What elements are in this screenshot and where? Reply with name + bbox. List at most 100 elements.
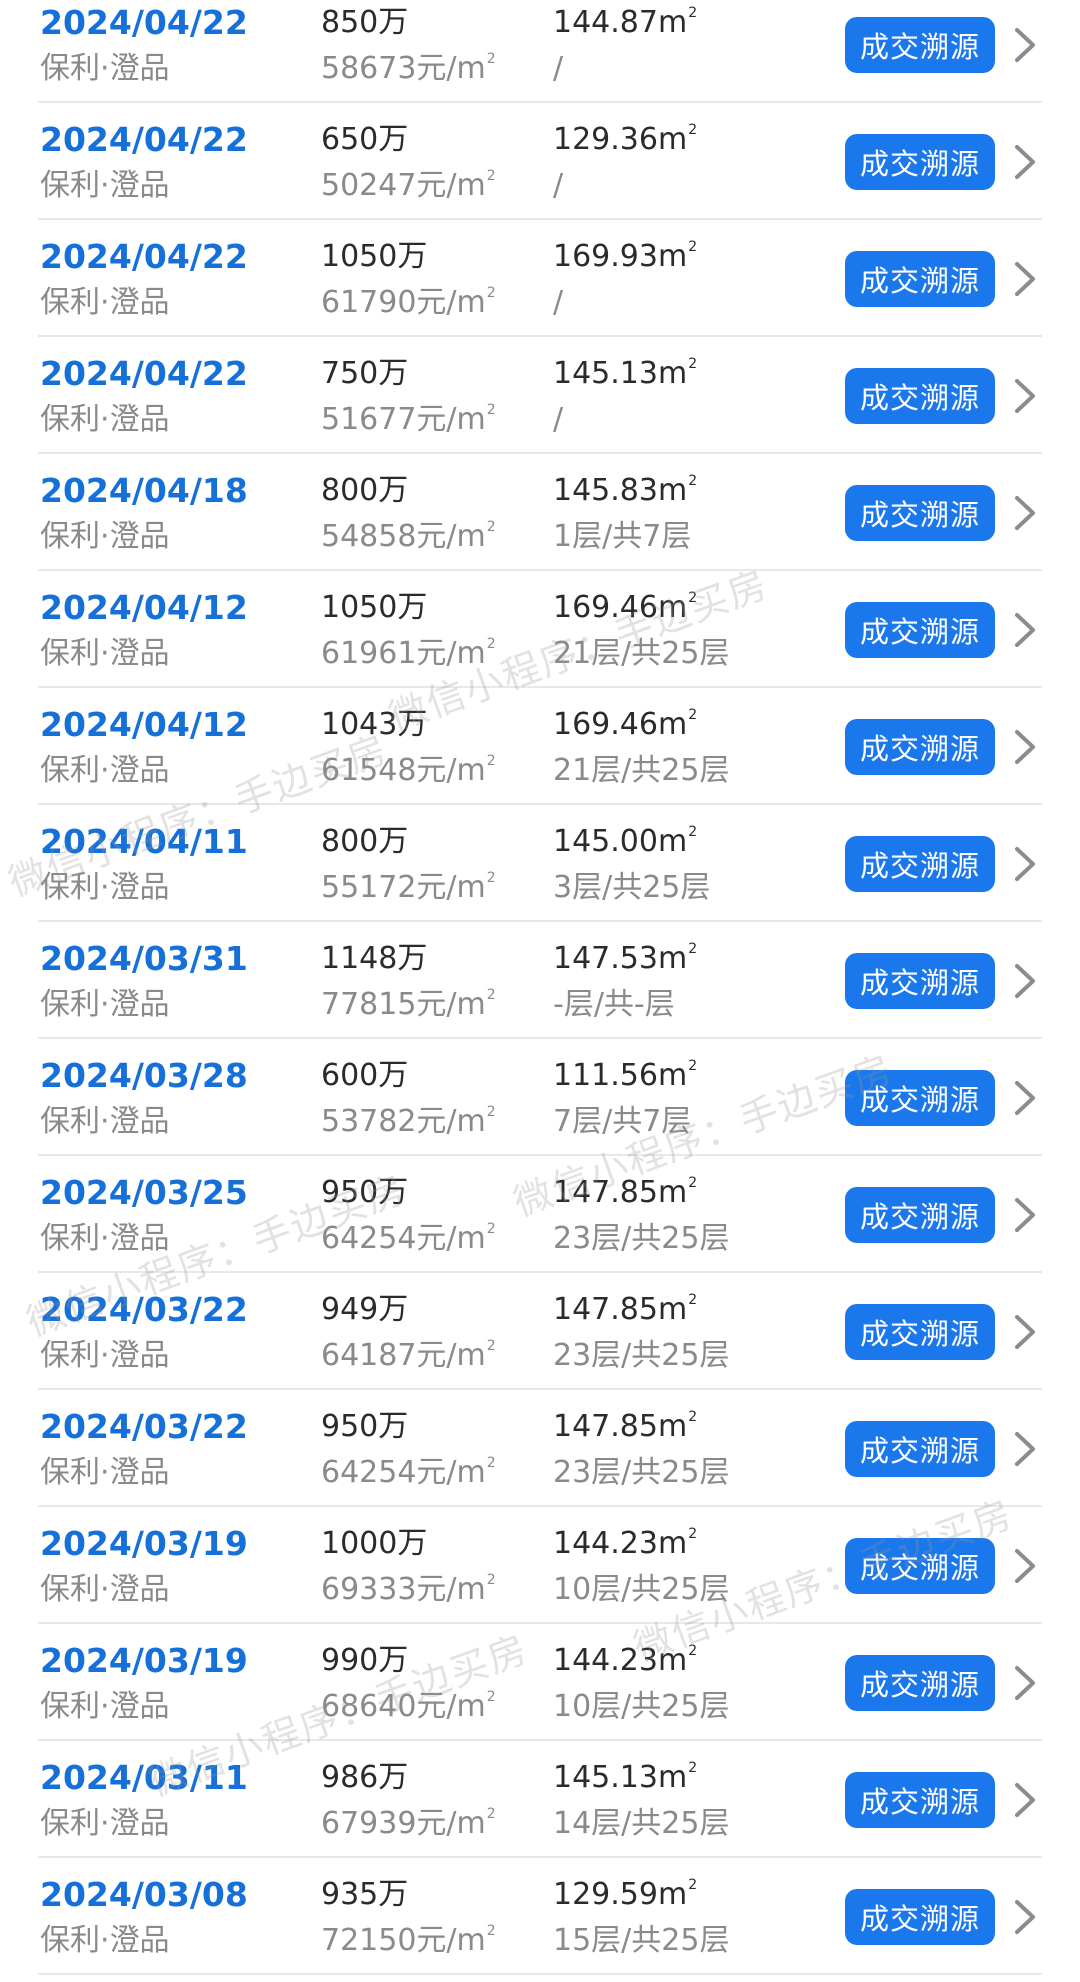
chevron-right-icon[interactable] (1012, 26, 1038, 64)
trace-deal-button[interactable]: 成交溯源 (845, 1889, 995, 1945)
trace-deal-button[interactable]: 成交溯源 (845, 1772, 995, 1828)
unit-price: 69333元/m2 (321, 1573, 496, 1605)
chevron-right-icon[interactable] (1012, 260, 1038, 298)
chevron-right-icon[interactable] (1012, 377, 1038, 415)
area-unit: m (657, 941, 688, 976)
chevron-right-icon[interactable] (1012, 611, 1038, 649)
trace-deal-button[interactable]: 成交溯源 (845, 602, 995, 658)
area-unit-superscript: 2 (688, 1877, 698, 1893)
area-unit: m (657, 1526, 688, 1561)
deal-date: 2024/03/22 (40, 1407, 248, 1446)
unit-price-value: 64254元/m (321, 1221, 486, 1256)
transaction-row[interactable]: 2024/04/12 保利·澄品 1043万 61548元/m2 169.46m… (0, 688, 1080, 805)
transaction-row[interactable]: 2024/03/25 保利·澄品 950万 64254元/m2 147.85m2… (0, 1156, 1080, 1273)
chevron-right-icon[interactable] (1012, 1196, 1038, 1234)
trace-deal-button[interactable]: 成交溯源 (845, 1187, 995, 1243)
unit-price: 55172元/m2 (321, 871, 496, 903)
floor-area-value: 169.46 (553, 590, 658, 625)
area-unit-superscript: 2 (688, 1643, 698, 1659)
floor-info: 15层/共25层 (553, 1923, 730, 1958)
total-price: 986万 (321, 1760, 409, 1795)
trace-deal-button[interactable]: 成交溯源 (845, 1304, 995, 1360)
chevron-right-icon[interactable] (1012, 143, 1038, 181)
chevron-right-icon[interactable] (1012, 962, 1038, 1000)
trace-deal-button[interactable]: 成交溯源 (845, 368, 995, 424)
transaction-row[interactable]: 2024/03/08 保利·澄品 935万 72150元/m2 129.59m2… (0, 1858, 1080, 1975)
trace-deal-button[interactable]: 成交溯源 (845, 134, 995, 190)
transaction-row[interactable]: 2024/03/22 保利·澄品 950万 64254元/m2 147.85m2… (0, 1390, 1080, 1507)
trace-deal-button[interactable]: 成交溯源 (845, 251, 995, 307)
transaction-row[interactable]: 2024/04/12 保利·澄品 1050万 61961元/m2 169.46m… (0, 571, 1080, 688)
transaction-row[interactable]: 2024/04/18 保利·澄品 800万 54858元/m2 145.83m2… (0, 454, 1080, 571)
area-unit: m (657, 824, 688, 859)
total-price: 990万 (321, 1643, 409, 1678)
unit-price-value: 64254元/m (321, 1455, 486, 1490)
chevron-right-icon[interactable] (1012, 494, 1038, 532)
unit-price: 64254元/m2 (321, 1455, 496, 1490)
chevron-right-icon[interactable] (1012, 845, 1038, 883)
floor-area: 144.23m2 (553, 1526, 697, 1561)
community-name: 保利·澄品 (40, 1806, 170, 1841)
floor-area: 145.13m2 (553, 357, 697, 389)
floor-area-value: 145.13 (553, 1760, 658, 1795)
unit-price: 54858元/m2 (321, 520, 496, 552)
floor-area-value: 147.85 (553, 1292, 658, 1327)
unit-price-value: 53782元/m (321, 1104, 486, 1139)
trace-deal-button[interactable]: 成交溯源 (845, 953, 995, 1009)
deal-date: 2024/03/08 (40, 1875, 248, 1914)
unit-price-superscript: 2 (486, 51, 496, 67)
trace-deal-button[interactable]: 成交溯源 (845, 1421, 995, 1477)
total-price: 949万 (321, 1292, 409, 1327)
transaction-list: 2024/04/22 保利·澄品 850万 58673元/m2 144.87m2… (0, 0, 1080, 1975)
area-unit: m (657, 1292, 688, 1327)
unit-price: 61790元/m2 (321, 285, 496, 318)
chevron-right-icon[interactable] (1012, 1079, 1038, 1117)
trace-deal-button[interactable]: 成交溯源 (845, 836, 995, 892)
deal-date: 2024/04/12 (40, 705, 248, 744)
transaction-row[interactable]: 2024/03/31 保利·澄品 1148万 77815元/m2 147.53m… (0, 922, 1080, 1039)
transaction-row[interactable]: 2024/03/19 保利·澄品 1000万 69333元/m2 144.23m… (0, 1507, 1080, 1624)
chevron-right-icon[interactable] (1012, 1664, 1038, 1702)
unit-price-value: 64187元/m (321, 1338, 486, 1373)
trace-deal-button[interactable]: 成交溯源 (845, 1538, 995, 1594)
chevron-right-icon[interactable] (1012, 728, 1038, 766)
transaction-row[interactable]: 2024/03/28 保利·澄品 600万 53782元/m2 111.56m2… (0, 1039, 1080, 1156)
unit-price-value: 61961元/m (321, 636, 486, 671)
trace-deal-button[interactable]: 成交溯源 (845, 1070, 995, 1126)
trace-deal-button[interactable]: 成交溯源 (845, 1655, 995, 1711)
total-price: 800万 (321, 473, 409, 508)
area-unit-superscript: 2 (688, 1292, 698, 1308)
transaction-row[interactable]: 2024/04/22 保利·澄品 750万 51677元/m2 145.13m2… (0, 337, 1080, 454)
transaction-row[interactable]: 2024/03/11 保利·澄品 986万 67939元/m2 145.13m2… (0, 1741, 1080, 1858)
floor-info: / (553, 285, 564, 320)
floor-area-value: 129.59 (553, 1877, 658, 1912)
transaction-row[interactable]: 2024/03/22 保利·澄品 949万 64187元/m2 147.85m2… (0, 1273, 1080, 1390)
transaction-row[interactable]: 2024/04/22 保利·澄品 650万 50247元/m2 129.36m2… (0, 103, 1080, 220)
floor-info: 23层/共25层 (553, 1455, 730, 1490)
deal-date: 2024/04/22 (40, 3, 248, 42)
chevron-right-icon[interactable] (1012, 1313, 1038, 1351)
chevron-right-icon[interactable] (1012, 1781, 1038, 1819)
deal-date: 2024/04/18 (40, 471, 248, 510)
trace-deal-button[interactable]: 成交溯源 (845, 719, 995, 775)
community-name: 保利·澄品 (40, 1104, 170, 1139)
unit-price-superscript: 2 (486, 1689, 496, 1705)
unit-price: 64187元/m2 (321, 1338, 496, 1373)
transaction-row[interactable]: 2024/04/22 保利·澄品 850万 58673元/m2 144.87m2… (0, 0, 1080, 103)
chevron-right-icon[interactable] (1012, 1430, 1038, 1468)
trace-deal-button[interactable]: 成交溯源 (845, 17, 995, 73)
community-name: 保利·澄品 (40, 1572, 170, 1607)
unit-price-superscript: 2 (486, 1221, 496, 1237)
chevron-right-icon[interactable] (1012, 1898, 1038, 1936)
area-unit: m (657, 1175, 688, 1210)
transaction-row[interactable]: 2024/04/22 保利·澄品 1050万 61790元/m2 169.93m… (0, 220, 1080, 337)
area-unit: m (657, 1877, 688, 1912)
area-unit: m (657, 122, 688, 157)
unit-price-superscript: 2 (486, 1104, 496, 1120)
deal-date: 2024/03/25 (40, 1173, 248, 1212)
trace-deal-button[interactable]: 成交溯源 (845, 485, 995, 541)
transaction-row[interactable]: 2024/04/11 保利·澄品 800万 55172元/m2 145.00m2… (0, 805, 1080, 922)
transaction-row[interactable]: 2024/03/19 保利·澄品 990万 68640元/m2 144.23m2… (0, 1624, 1080, 1741)
chevron-right-icon[interactable] (1012, 1547, 1038, 1585)
unit-price-superscript: 2 (486, 285, 496, 301)
